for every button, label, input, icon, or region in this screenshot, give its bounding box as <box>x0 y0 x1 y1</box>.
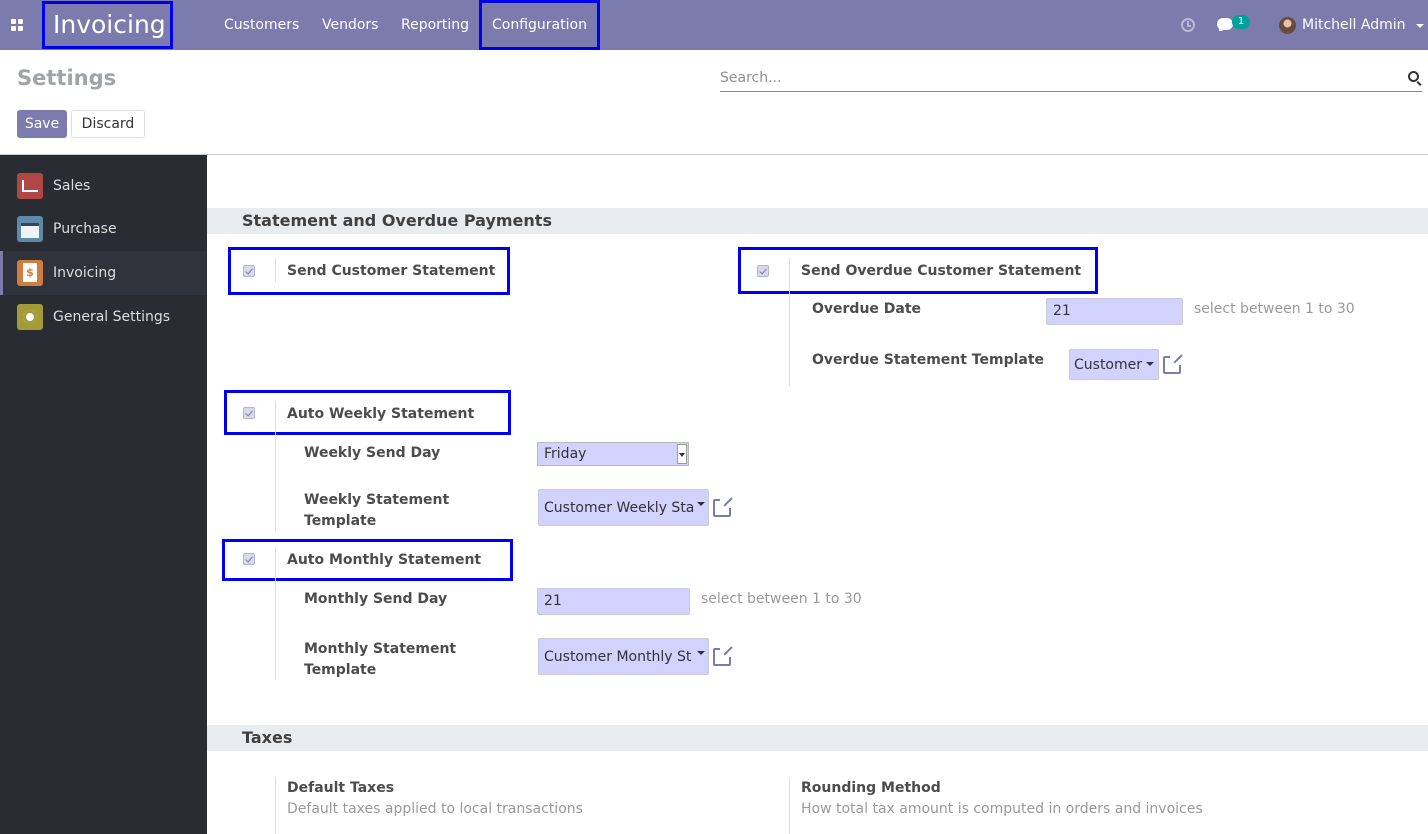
divider-line <box>275 777 276 834</box>
section-title: Statement and Overdue Payments <box>242 211 552 230</box>
settings-sidebar: Sales Purchase Invoicing General Setting… <box>0 155 207 834</box>
section-header-statements: Statement and Overdue Payments <box>207 208 1428 234</box>
menu-reporting[interactable]: Reporting <box>401 0 469 50</box>
control-panel-divider <box>0 154 1428 155</box>
monthly-send-day-input[interactable]: 21 <box>537 588 690 615</box>
sidebar-item-general-settings[interactable]: General Settings <box>0 295 207 339</box>
weekly-template-label-line2: Template <box>304 513 377 529</box>
divider-line <box>275 258 276 282</box>
purchase-icon <box>17 216 43 242</box>
external-link-icon[interactable] <box>713 496 732 517</box>
chat-count-badge: 1 <box>1232 15 1250 29</box>
menu-vendors[interactable]: Vendors <box>322 0 378 50</box>
sales-icon <box>17 173 43 199</box>
weekly-template-label-line1: Weekly Statement <box>304 492 450 508</box>
monthly-send-day-label: Monthly Send Day <box>304 591 448 607</box>
send-customer-statement-label: Send Customer Statement <box>287 263 496 279</box>
auto-weekly-statement-checkbox[interactable] <box>243 407 255 419</box>
weekly-send-day-value: Friday <box>544 446 587 462</box>
search-bar <box>720 66 1422 92</box>
rounding-method-description: How total tax amount is computed in orde… <box>801 801 1203 817</box>
divider-line <box>275 547 276 680</box>
select-arrow-icon[interactable] <box>677 444 687 464</box>
rounding-method-label: Rounding Method <box>801 780 941 796</box>
user-avatar[interactable] <box>1279 17 1296 34</box>
app-brand[interactable]: Invoicing <box>42 1 173 49</box>
section-header-taxes: Taxes <box>207 725 1428 751</box>
auto-weekly-statement-label: Auto Weekly Statement <box>287 406 475 422</box>
user-menu[interactable]: Mitchell Admin <box>1302 0 1406 50</box>
sidebar-item-sales[interactable]: Sales <box>0 164 207 208</box>
auto-monthly-statement-checkbox[interactable] <box>243 553 255 565</box>
search-icon[interactable] <box>1408 71 1419 82</box>
overdue-date-input[interactable]: 21 <box>1046 298 1183 325</box>
overdue-template-label: Overdue Statement Template <box>812 352 1045 368</box>
sidebar-item-purchase[interactable]: Purchase <box>0 207 207 251</box>
top-navbar: Invoicing Customers Vendors Reporting Co… <box>0 0 1428 50</box>
monthly-template-select[interactable]: Customer Monthly St <box>538 638 709 675</box>
menu-configuration[interactable]: Configuration <box>479 0 600 50</box>
send-overdue-statement-label: Send Overdue Customer Statement <box>801 263 1082 279</box>
overdue-date-label: Overdue Date <box>812 301 922 317</box>
sidebar-item-invoicing[interactable]: Invoicing <box>0 251 207 295</box>
caret-down-icon[interactable] <box>697 651 705 655</box>
weekly-send-day-label: Weekly Send Day <box>304 445 441 461</box>
page-title: Settings <box>17 66 117 90</box>
divider-line <box>789 258 790 386</box>
save-button[interactable]: Save <box>17 110 67 138</box>
general-settings-icon <box>17 304 43 330</box>
sidebar-item-label: Purchase <box>53 221 117 237</box>
caret-down-icon[interactable] <box>697 502 705 506</box>
weekly-send-day-select[interactable]: Friday <box>537 442 689 466</box>
weekly-template-select[interactable]: Customer Weekly Sta <box>538 489 709 526</box>
monthly-template-label-line2: Template <box>304 662 377 678</box>
apps-menu-icon[interactable] <box>11 19 24 32</box>
divider-line <box>789 777 790 834</box>
invoicing-icon <box>17 260 43 286</box>
monthly-template-label-line1: Monthly Statement <box>304 641 457 657</box>
send-customer-statement-checkbox[interactable] <box>243 265 255 277</box>
default-taxes-label: Default Taxes <box>287 780 395 796</box>
sidebar-item-label: Sales <box>53 178 91 194</box>
chat-icon[interactable] <box>1217 18 1233 31</box>
auto-monthly-statement-label: Auto Monthly Statement <box>287 552 482 568</box>
divider-line <box>275 401 276 531</box>
external-link-icon[interactable] <box>1163 353 1182 374</box>
activity-clock-icon[interactable] <box>1181 18 1195 32</box>
external-link-icon[interactable] <box>713 645 732 666</box>
monthly-send-day-hint: select between 1 to 30 <box>701 591 862 607</box>
menu-customers[interactable]: Customers <box>224 0 299 50</box>
section-title: Taxes <box>242 728 293 747</box>
discard-button[interactable]: Discard <box>71 110 145 138</box>
caret-down-icon[interactable] <box>1146 362 1154 366</box>
search-input[interactable] <box>720 66 1400 90</box>
sidebar-item-label: Invoicing <box>53 265 117 281</box>
send-overdue-statement-checkbox[interactable] <box>757 265 769 277</box>
caret-down-icon[interactable] <box>1416 24 1424 28</box>
default-taxes-description: Default taxes applied to local transacti… <box>287 801 583 817</box>
overdue-date-hint: select between 1 to 30 <box>1194 301 1355 317</box>
sidebar-item-label: General Settings <box>53 309 171 325</box>
